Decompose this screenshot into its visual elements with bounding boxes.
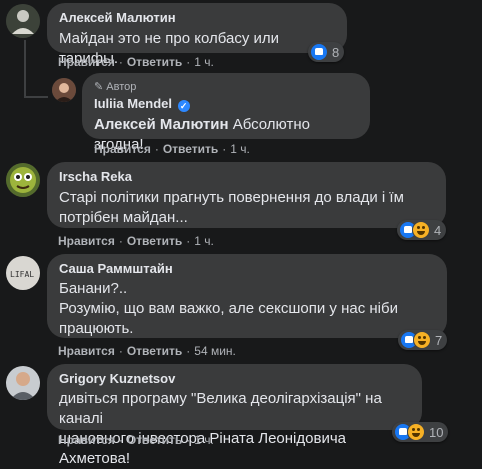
reply-thread-line bbox=[24, 40, 26, 98]
like-button[interactable]: Нравится bbox=[58, 433, 115, 447]
comment-author[interactable]: Grigory Kuznetsov bbox=[59, 371, 410, 387]
haha-reaction-icon bbox=[412, 221, 430, 239]
comment-timestamp[interactable]: 54 мин. bbox=[194, 344, 236, 358]
avatar[interactable] bbox=[6, 163, 40, 197]
comment-timestamp[interactable]: 1 ч. bbox=[230, 142, 250, 156]
avatar[interactable] bbox=[6, 4, 40, 38]
author-badge: ✎ Автор bbox=[94, 81, 137, 93]
comment-actions: Нравится · Ответить · 54 мин. bbox=[58, 344, 236, 358]
comment-bubble: Grigory Kuznetsov дивіться програму "Вел… bbox=[47, 364, 422, 467]
avatar-image bbox=[52, 78, 76, 102]
verified-badge-icon: ✓ bbox=[177, 100, 190, 112]
like-button[interactable]: Нравится bbox=[94, 142, 151, 156]
haha-reaction-icon bbox=[407, 423, 425, 441]
comment-author[interactable]: Саша Раммштайн bbox=[59, 261, 435, 277]
reaction-summary[interactable]: 8 bbox=[308, 42, 345, 62]
reaction-summary[interactable]: 10 bbox=[392, 422, 449, 442]
reply-button[interactable]: Ответить bbox=[127, 55, 182, 69]
comment-actions: Нравится · Ответить · 1 ч. bbox=[58, 433, 214, 447]
avatar-image bbox=[6, 4, 40, 38]
comment-timestamp[interactable]: 1 ч. bbox=[194, 234, 214, 248]
comment-timestamp[interactable]: 1 ч. bbox=[194, 433, 214, 447]
mention-link[interactable]: Алексей Малютин bbox=[94, 116, 229, 133]
reaction-count: 8 bbox=[332, 44, 340, 60]
haha-reaction-icon bbox=[413, 331, 431, 349]
reply-bubble: ✎ Автор Iuliia Mendel ✓ Алексей Малютин … bbox=[82, 73, 370, 153]
comment-actions: Нравится · Ответить · 1 ч. bbox=[58, 55, 214, 69]
reaction-summary[interactable]: 7 bbox=[398, 330, 448, 350]
reaction-count: 4 bbox=[434, 222, 442, 238]
comment-text: Старі політики прагнуть повернення до вл… bbox=[59, 189, 404, 226]
comment-timestamp[interactable]: 1 ч. bbox=[194, 55, 214, 69]
reaction-count: 7 bbox=[435, 332, 443, 348]
avatar[interactable] bbox=[6, 366, 40, 400]
like-button[interactable]: Нравится bbox=[58, 234, 115, 248]
comment-bubble: Алексей Малютин Майдан это не про колбас… bbox=[47, 3, 347, 67]
avatar-image: LIFAL bbox=[6, 256, 40, 290]
avatar-text: LIFAL bbox=[10, 270, 34, 279]
comment-author[interactable]: Iuliia Mendel bbox=[94, 96, 172, 111]
comment-text: дивіться програму "Велика деолігархізаці… bbox=[59, 390, 382, 467]
comment-author[interactable]: Алексей Малютин bbox=[59, 10, 335, 26]
reply-button[interactable]: Ответить bbox=[127, 344, 182, 358]
reply-button[interactable]: Ответить bbox=[127, 234, 182, 248]
comment-actions: Нравится · Ответить · 1 ч. bbox=[94, 142, 250, 156]
comment-bubble: Саша Раммштайн Банани?.. Розумію, що вам… bbox=[47, 254, 447, 338]
reply-button[interactable]: Ответить bbox=[127, 433, 182, 447]
comment-text: Банани?.. Розумію, що вам важко, але сек… bbox=[59, 280, 398, 337]
comment-author[interactable]: Irscha Reka bbox=[59, 169, 434, 185]
comment-actions: Нравится · Ответить · 1 ч. bbox=[58, 234, 214, 248]
avatar-image bbox=[6, 366, 40, 400]
avatar[interactable] bbox=[52, 78, 76, 102]
reply-thread-branch bbox=[24, 96, 48, 98]
reply-button[interactable]: Ответить bbox=[163, 142, 218, 156]
avatar[interactable]: LIFAL bbox=[6, 256, 40, 290]
reaction-summary[interactable]: 4 bbox=[397, 220, 447, 240]
like-button[interactable]: Нравится bbox=[58, 55, 115, 69]
avatar-image bbox=[6, 163, 40, 197]
pencil-icon: ✎ bbox=[94, 81, 104, 93]
like-button[interactable]: Нравится bbox=[58, 344, 115, 358]
comment-bubble: Irscha Reka Старі політики прагнуть пове… bbox=[47, 162, 446, 228]
like-reaction-icon bbox=[310, 43, 328, 61]
reaction-count: 10 bbox=[429, 424, 444, 440]
